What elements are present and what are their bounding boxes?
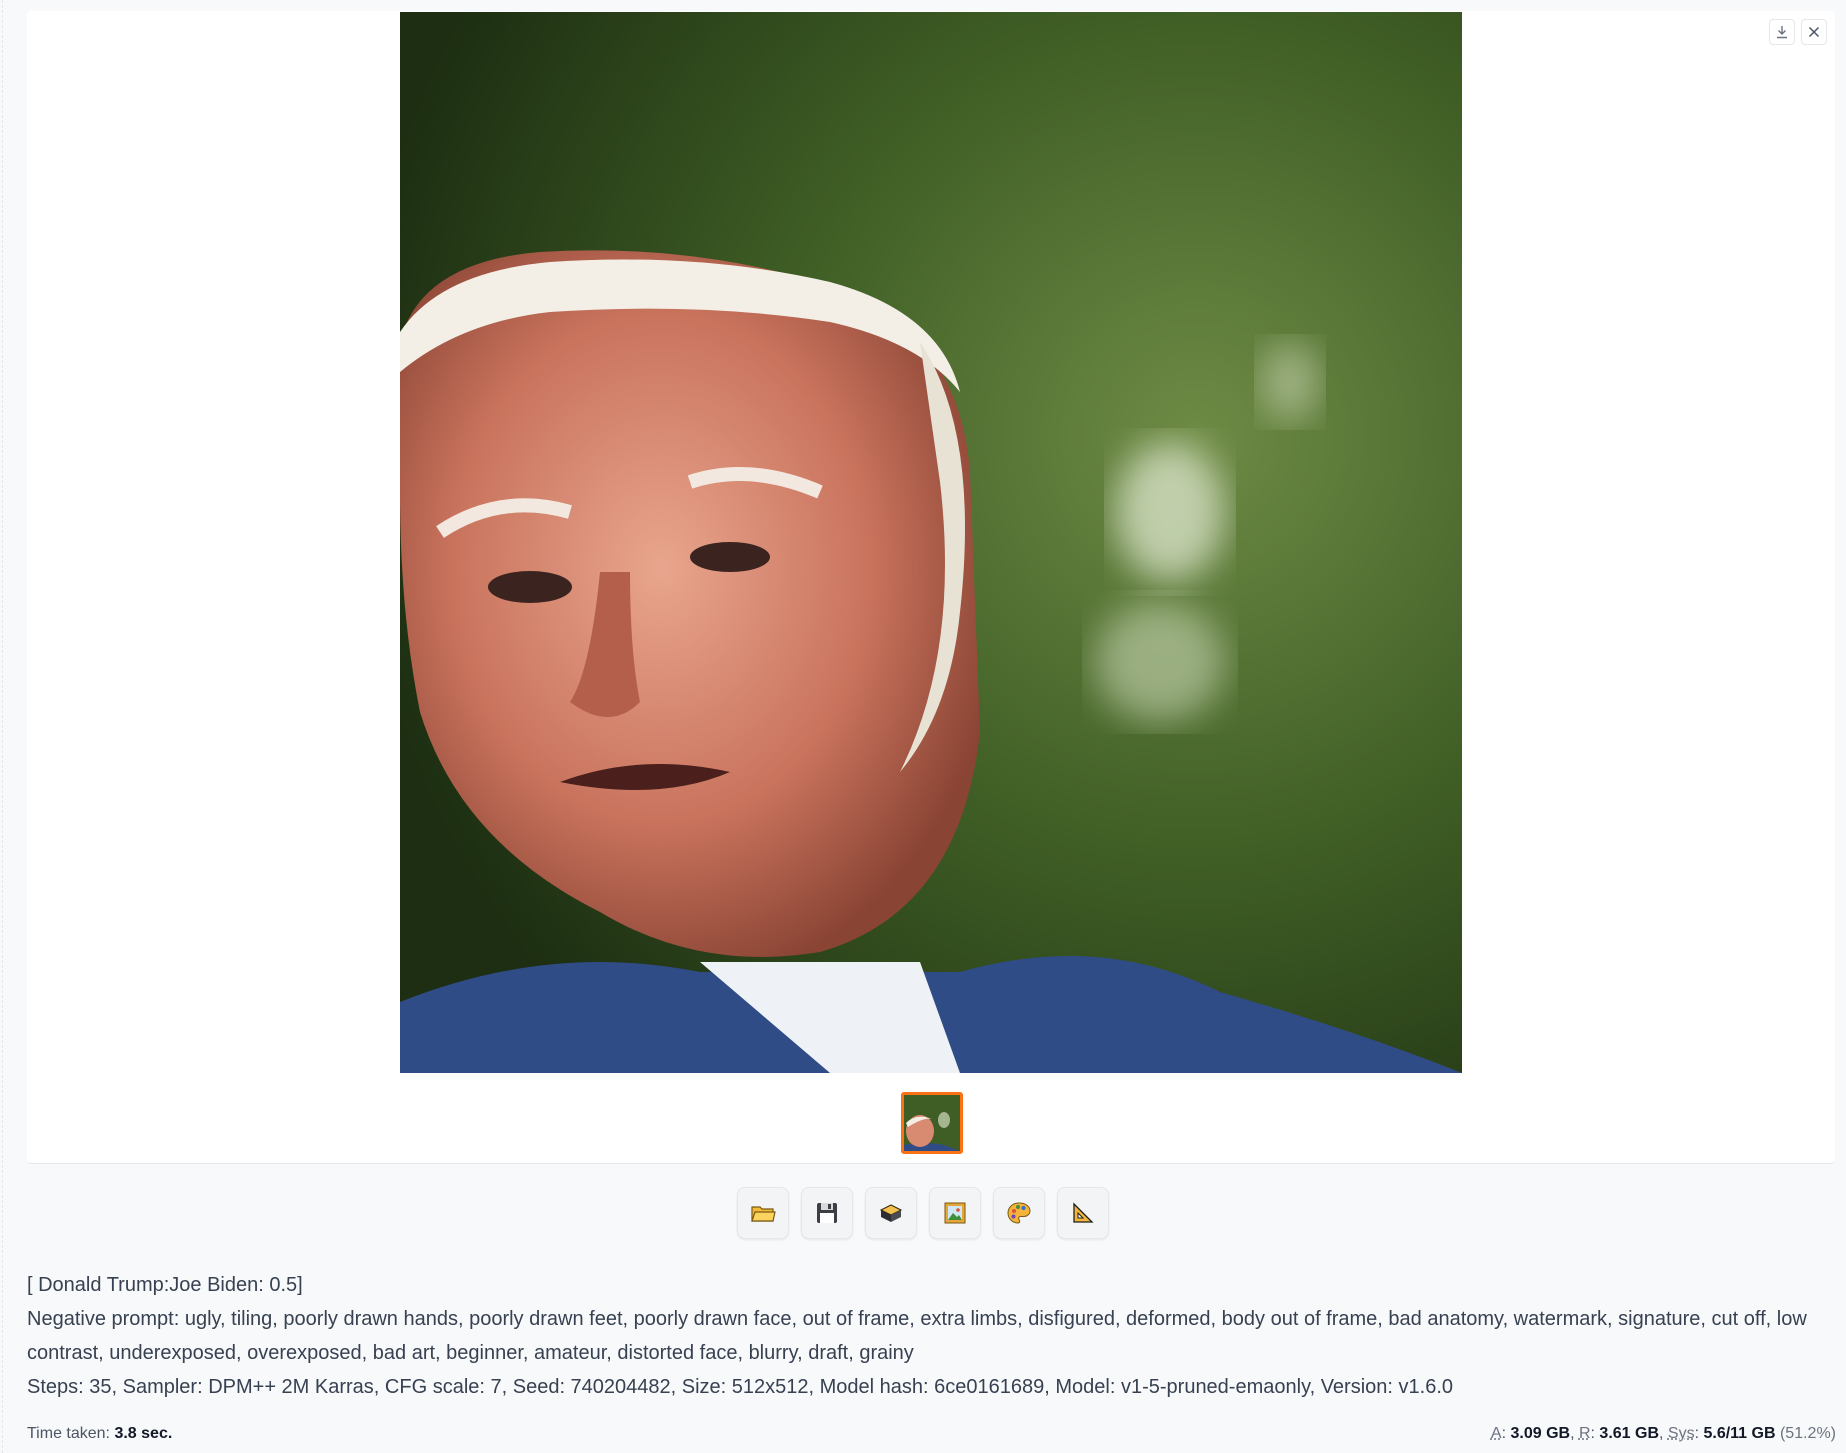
save-button[interactable] bbox=[801, 1187, 853, 1239]
triangle-ruler-icon bbox=[1073, 1202, 1094, 1223]
time-taken: Time taken: 3.8 sec. bbox=[27, 1425, 172, 1443]
vram-active-value: 3.09 GB bbox=[1510, 1425, 1571, 1442]
thumbnail-image bbox=[904, 1095, 960, 1151]
palette-icon bbox=[1007, 1202, 1031, 1224]
package-icon bbox=[879, 1204, 903, 1222]
picture-icon bbox=[944, 1202, 966, 1224]
image-gallery bbox=[27, 11, 1835, 1164]
vram-system-percent: (51.2%) bbox=[1779, 1425, 1836, 1442]
vram-system-value: 5.6/11 GB bbox=[1703, 1425, 1776, 1442]
vram-stats: A: 3.09 GB, R: 3.61 GB, Sys: 5.6/11 GB (… bbox=[1490, 1425, 1836, 1442]
prompt-text: [ Donald Trump:Joe Biden: 0.5] bbox=[27, 1274, 303, 1296]
performance-footer: Time taken: 3.8 sec. A: 3.09 GB, R: 3.61… bbox=[27, 1425, 1836, 1443]
folder-icon bbox=[751, 1206, 776, 1222]
vram-reserved-label: R bbox=[1578, 1425, 1591, 1442]
vram-reserved-value: 3.61 GB bbox=[1599, 1425, 1660, 1442]
zip-button[interactable] bbox=[865, 1187, 917, 1239]
time-taken-value: 3.8 sec. bbox=[114, 1425, 173, 1442]
send-to-inpaint-button[interactable] bbox=[993, 1187, 1045, 1239]
time-taken-label: Time taken: bbox=[27, 1425, 110, 1442]
floppy-disk-icon bbox=[817, 1203, 837, 1223]
download-icon bbox=[1777, 26, 1787, 39]
vram-system-label: Sys bbox=[1667, 1425, 1695, 1442]
close-button[interactable] bbox=[1801, 19, 1827, 45]
negative-prompt-text: Negative prompt: ugly, tiling, poorly dr… bbox=[27, 1308, 1807, 1364]
send-to-img2img-button[interactable] bbox=[929, 1187, 981, 1239]
vram-active-label: A bbox=[1490, 1425, 1502, 1442]
image-actions-row bbox=[0, 1187, 1846, 1239]
generation-info: [ Donald Trump:Joe Biden: 0.5] Negative … bbox=[27, 1268, 1827, 1404]
thumbnail-selected[interactable] bbox=[901, 1092, 963, 1154]
generated-portrait-image[interactable] bbox=[400, 12, 1462, 1073]
generation-params-text: Steps: 35, Sampler: DPM++ 2M Karras, CFG… bbox=[27, 1376, 1453, 1398]
close-icon bbox=[1808, 26, 1820, 38]
send-to-extras-button[interactable] bbox=[1057, 1187, 1109, 1239]
gallery-toolbar bbox=[1769, 19, 1827, 45]
open-folder-button[interactable] bbox=[737, 1187, 789, 1239]
download-button[interactable] bbox=[1769, 19, 1795, 45]
